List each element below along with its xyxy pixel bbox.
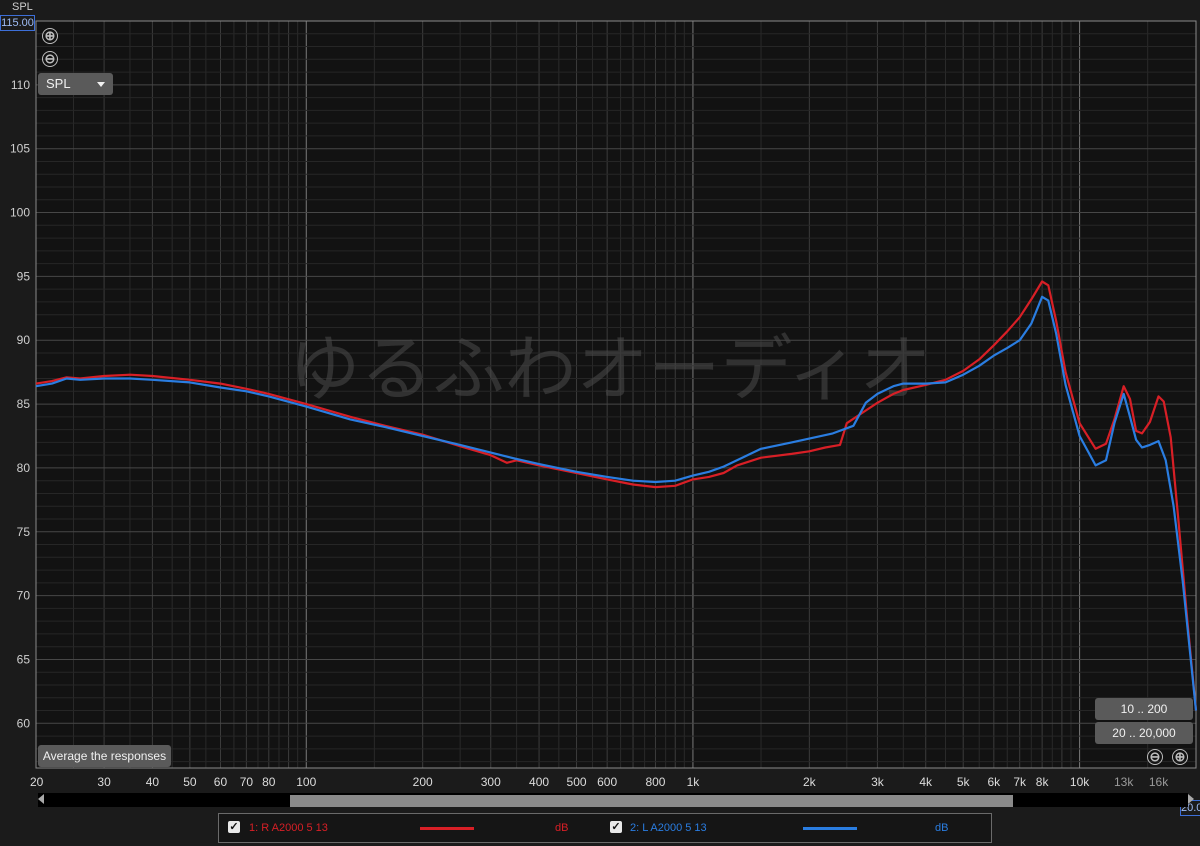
legend-name-l: 2: L A2000 5 13 [630, 822, 707, 834]
y-axis-unit-label: SPL [12, 1, 33, 13]
chevron-down-icon [97, 82, 105, 87]
range-10-200-button[interactable]: 10 .. 200 [1095, 698, 1193, 720]
x-tick-label: 5k [957, 775, 971, 789]
y-axis-ticks: 60 65 70 75 80 85 90 95 100 105 110 [10, 78, 30, 730]
x-tick-label: 200 [413, 775, 433, 789]
zoom-in-icon[interactable]: ⊕ [42, 28, 58, 44]
x-tick-label: 8k [1036, 775, 1050, 789]
y-tick-label: 95 [17, 269, 31, 283]
legend-name-r: 1: R A2000 5 13 [249, 822, 328, 834]
range-20-20000-button[interactable]: 20 .. 20,000 [1095, 722, 1193, 744]
x-tick-label: 30 [97, 775, 111, 789]
y-tick-label: 60 [17, 716, 31, 730]
x-tick-label: 16k [1149, 775, 1169, 789]
scroll-left-arrow-icon[interactable] [38, 794, 44, 804]
legend-panel: ✓ 1: R A2000 5 13 dB ✓ 2: L A2000 5 13 d… [218, 813, 992, 843]
legend-unit-r: dB [555, 822, 569, 834]
scroll-right-arrow-icon[interactable] [1188, 794, 1194, 804]
x-tick-label: 500 [567, 775, 587, 789]
x-zoom-out-icon[interactable]: ⊖ [1147, 749, 1163, 765]
y-tick-label: 70 [17, 589, 31, 603]
y-tick-label: 80 [17, 461, 31, 475]
x-tick-label: 2k [803, 775, 817, 789]
x-tick-label: 3k [871, 775, 885, 789]
y-tick-label: 105 [10, 142, 30, 156]
x-tick-label: 80 [262, 775, 276, 789]
x-tick-label: 400 [529, 775, 549, 789]
x-tick-label: 4k [919, 775, 933, 789]
y-tick-label: 110 [11, 78, 30, 92]
y-tick-label: 85 [17, 397, 31, 411]
x-tick-label: 300 [481, 775, 501, 789]
legend-checkbox-r[interactable]: ✓ [228, 821, 240, 833]
legend-unit-l: dB [935, 822, 949, 834]
legend-line-r [420, 827, 474, 830]
measure-select[interactable]: SPL [38, 73, 113, 95]
legend-checkbox-l[interactable]: ✓ [610, 821, 622, 833]
x-tick-label: 10k [1070, 775, 1090, 789]
x-zoom-in-icon[interactable]: ⊕ [1172, 749, 1188, 765]
y-tick-label: 100 [10, 206, 30, 220]
frequency-response-chart[interactable]: ゆるふわオーディオ 60 65 70 75 80 85 90 95 100 105 110 20 30… [0, 0, 1200, 846]
x-axis-ticks: 20 30 40 50 60 70 80 100 200 300 400 500 600 800 1k 2k 3… [30, 775, 1169, 789]
x-tick-label: 60 [214, 775, 228, 789]
y-tick-label: 65 [17, 652, 31, 666]
legend-line-l [803, 827, 857, 830]
x-tick-label: 100 [296, 775, 316, 789]
x-tick-label: 20 [30, 775, 44, 789]
x-tick-label: 6k [987, 775, 1001, 789]
x-tick-label: 70 [240, 775, 254, 789]
y-axis-top-value-field[interactable]: 115.00 [0, 15, 35, 31]
y-tick-label: 90 [17, 333, 31, 347]
measure-select-value: SPL [46, 76, 71, 91]
scrollbar-thumb[interactable] [290, 795, 1013, 807]
watermark-text: ゆるふわオーディオ [289, 327, 932, 411]
y-tick-label: 75 [17, 525, 31, 539]
x-tick-label: 50 [183, 775, 197, 789]
x-tick-label: 13k [1114, 775, 1134, 789]
x-tick-label: 7k [1013, 775, 1027, 789]
x-tick-label: 800 [645, 775, 665, 789]
x-tick-label: 600 [597, 775, 617, 789]
x-tick-label: 1k [687, 775, 701, 789]
x-tick-label: 40 [146, 775, 160, 789]
average-responses-button[interactable]: Average the responses [38, 745, 171, 767]
zoom-out-icon[interactable]: ⊖ [42, 51, 58, 67]
